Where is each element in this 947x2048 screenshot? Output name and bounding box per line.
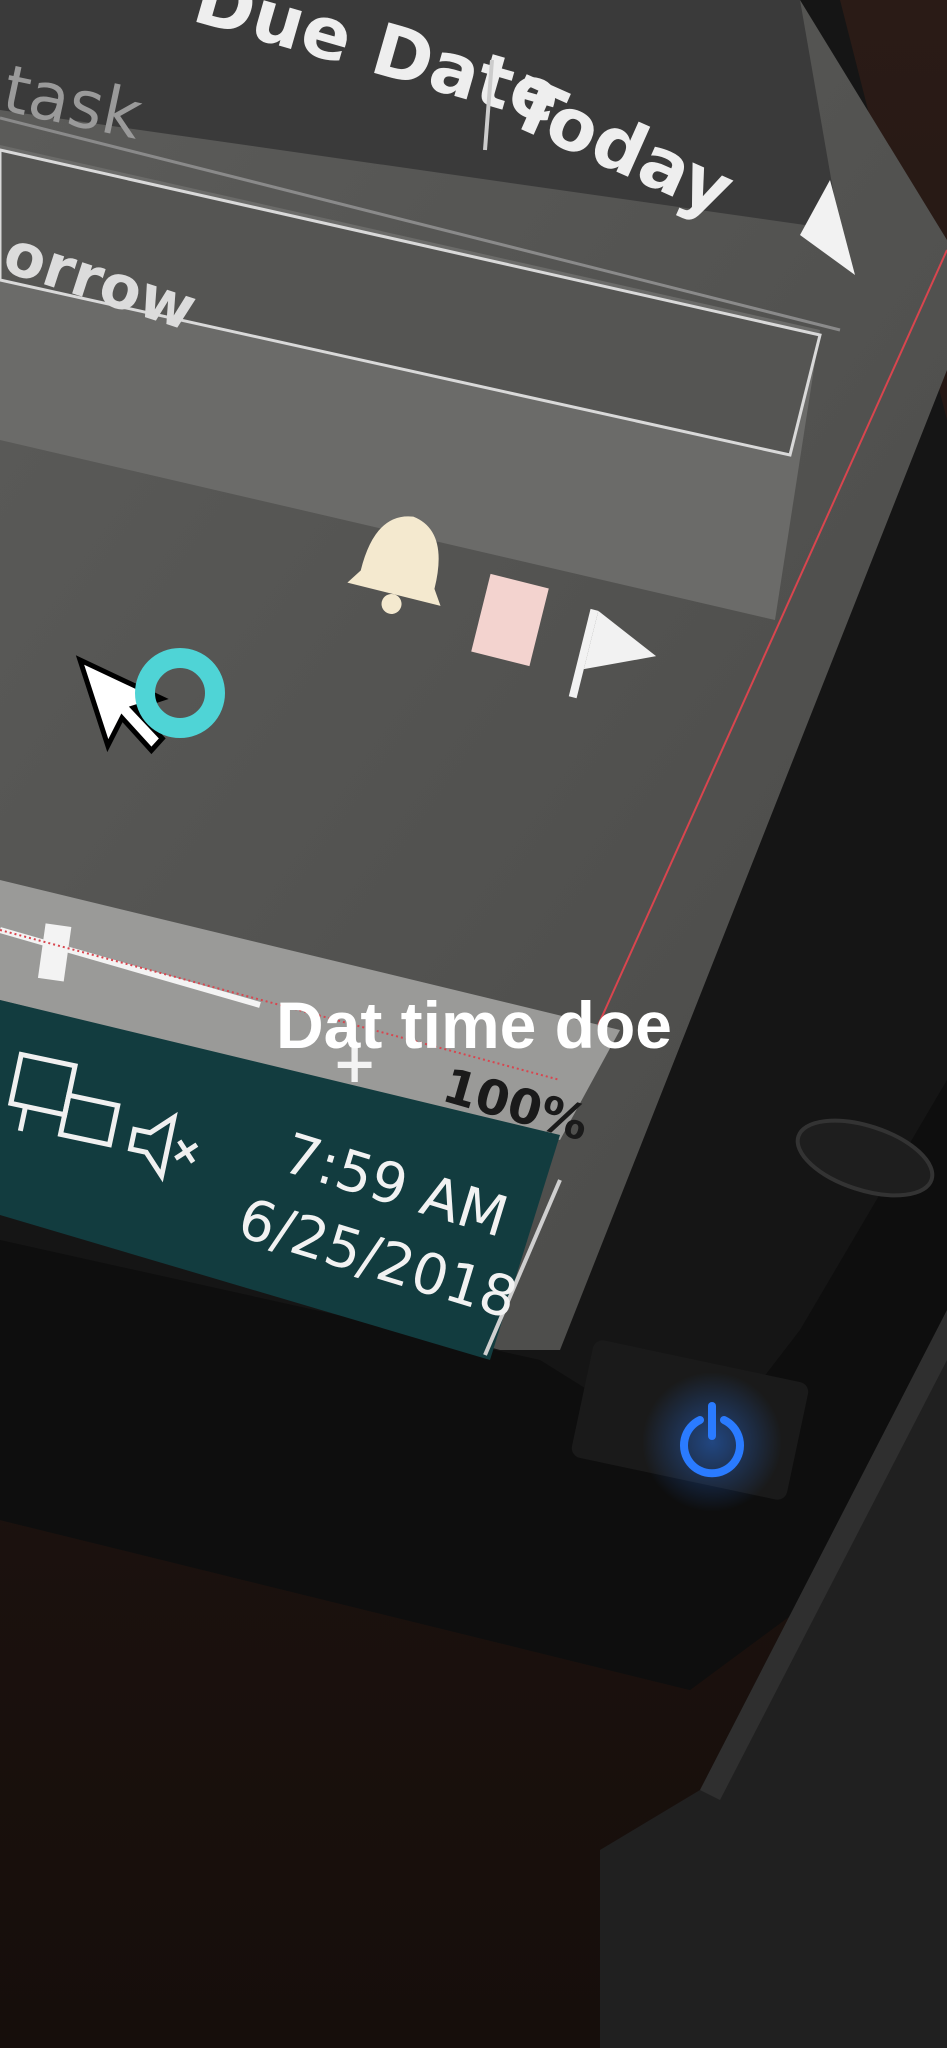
- overlay-caption: Dat time doe: [276, 988, 672, 1062]
- photo-scene: Due Date Today task orrow + 100% 7:59 AM…: [0, 0, 947, 2048]
- power-led-glow: [642, 1372, 782, 1512]
